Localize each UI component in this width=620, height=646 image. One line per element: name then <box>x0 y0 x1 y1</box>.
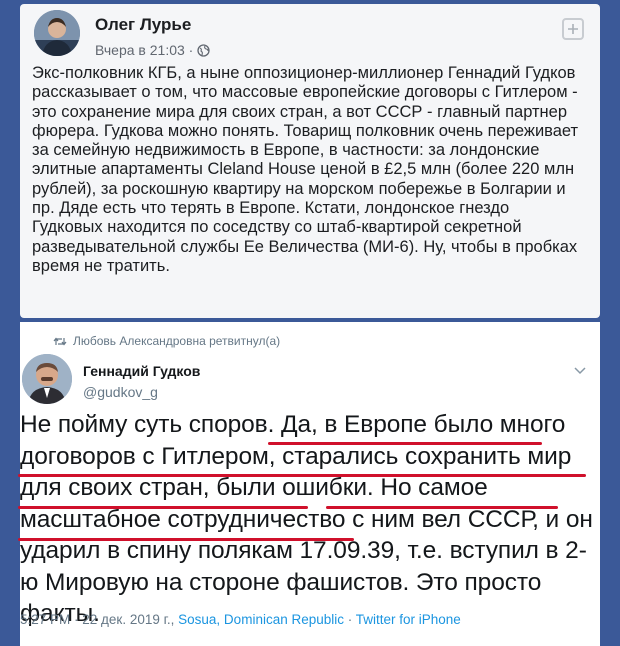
tweet-meta: 5:27 PM · 22 дек. 2019 г., Sosua, Domini… <box>20 612 461 627</box>
chevron-down-icon[interactable] <box>574 362 586 380</box>
tweet-source[interactable]: Twitter for iPhone <box>356 612 461 627</box>
red-underline <box>18 506 308 509</box>
author-avatar[interactable] <box>34 10 80 56</box>
red-underline <box>326 506 558 509</box>
retweet-indicator[interactable]: Любовь Александровна ретвитнул(а) <box>53 334 280 350</box>
tweet-time[interactable]: 5:27 PM · 22 дек. 2019 г., <box>20 612 178 627</box>
tweet-location[interactable]: Sosua, Dominican Republic <box>178 612 344 627</box>
retweet-icon <box>53 336 67 350</box>
tweet-author-name[interactable]: Геннадий Гудков <box>83 363 200 379</box>
tweet-text-part: Не пойму суть споров. <box>20 411 281 438</box>
red-underline <box>268 442 542 445</box>
meta-separator: · <box>344 612 356 627</box>
tweet-author-avatar[interactable] <box>22 354 72 404</box>
post-text: Экс-полковник КГБ, а ныне оппозиционер-м… <box>32 64 579 275</box>
author-name[interactable]: Олег Лурье <box>95 15 191 35</box>
tweet-author-handle[interactable]: @gudkov_g <box>83 384 158 400</box>
red-underline <box>18 538 354 541</box>
timestamp-text: Вчера в 21:03 · <box>95 42 194 58</box>
add-to-collection-icon[interactable] <box>562 18 584 40</box>
red-underline <box>18 474 586 477</box>
post-timestamp[interactable]: Вчера в 21:03 · <box>95 42 210 60</box>
retweeted-by: Любовь Александровна ретвитнул(а) <box>73 334 281 348</box>
globe-icon <box>197 44 210 60</box>
facebook-post: Олег Лурье Вчера в 21:03 · Экс-полковник… <box>20 4 600 318</box>
